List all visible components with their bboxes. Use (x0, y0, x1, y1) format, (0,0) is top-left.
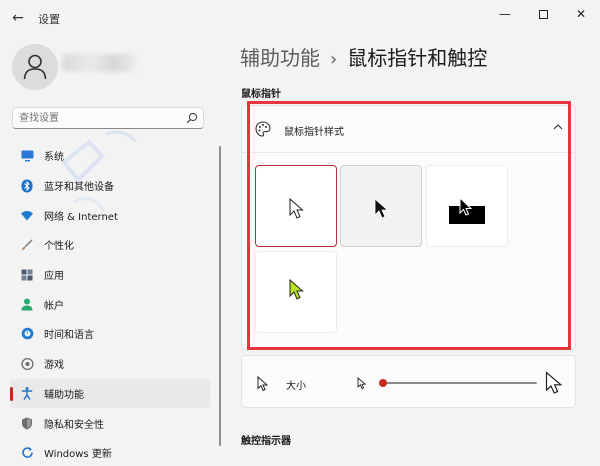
search-input[interactable] (19, 110, 179, 126)
avatar[interactable] (12, 44, 58, 90)
sidebar-item-gaming[interactable]: 游戏 (10, 349, 210, 379)
back-button[interactable]: ← (8, 8, 28, 28)
sidebar-item-label: 蓝牙和其他设备 (44, 182, 114, 194)
slider-thumb[interactable] (379, 379, 387, 387)
pointer-style-label: 鼠标指针样式 (284, 127, 344, 138)
pointer-style-black[interactable] (340, 165, 422, 247)
pointer-style-white[interactable] (255, 165, 337, 247)
title-bar: ← 设置 — ✕ (0, 0, 600, 34)
sidebar-item-label: 隐私和安全性 (44, 419, 104, 431)
breadcrumb-separator: › (330, 49, 338, 70)
large-cursor-icon (545, 371, 563, 394)
update-icon (20, 446, 34, 460)
custom-color-cursor-icon (289, 279, 304, 300)
sidebar-item-privacy[interactable]: 隐私和安全性 (10, 408, 210, 438)
maximize-button[interactable] (532, 5, 554, 23)
pointer-size-card: 大小 (241, 355, 576, 408)
cursor-size-icon (257, 376, 269, 392)
search-box[interactable] (12, 107, 204, 129)
breadcrumb: 辅助功能 › 鼠标指针和触控 (240, 42, 487, 71)
sidebar-item-label: 辅助功能 (44, 389, 84, 401)
person-icon (23, 54, 47, 80)
page-title: 鼠标指针和触控 (347, 46, 488, 70)
pointer-style-custom[interactable] (255, 251, 337, 333)
pointer-size-slider[interactable] (379, 378, 539, 388)
sidebar-item-bluetooth[interactable]: 蓝牙和其他设备 (10, 171, 210, 201)
section-title-mouse-pointer: 鼠标指针 (241, 89, 281, 100)
person-icon (20, 297, 34, 311)
sidebar-item-label: 游戏 (44, 360, 64, 372)
search-icon (186, 112, 198, 124)
pointer-size-label: 大小 (286, 381, 306, 392)
slider-track[interactable] (383, 382, 537, 384)
sidebar-item-accounts[interactable]: 帐户 (10, 289, 210, 319)
close-button[interactable]: ✕ (570, 5, 592, 23)
gamepad-icon (20, 357, 34, 371)
brush-icon (20, 238, 34, 252)
pointer-style-header[interactable]: 鼠标指针样式 (242, 106, 575, 153)
chevron-up-icon[interactable] (552, 122, 564, 132)
sidebar-item-apps[interactable]: 应用 (10, 260, 210, 290)
inverted-cursor-icon (449, 196, 485, 224)
wifi-icon (20, 208, 34, 222)
bluetooth-icon (20, 179, 34, 193)
blurred-user-name (62, 54, 136, 72)
white-cursor-icon (289, 198, 304, 219)
sidebar-item-personalization[interactable]: 个性化 (10, 230, 210, 260)
sidebar-item-label: 应用 (44, 271, 64, 283)
maximize-icon (538, 10, 548, 19)
palette-icon (255, 121, 271, 137)
sidebar-item-label: 网络 & Internet (44, 211, 118, 223)
sidebar-item-label: 时间和语言 (44, 330, 94, 342)
sidebar-item-label: 个性化 (44, 241, 74, 253)
sidebar-item-accessibility[interactable]: 辅助功能 (10, 378, 210, 409)
section-title-touch-indicator: 触控指示器 (241, 436, 291, 447)
sidebar-item-label: 帐户 (44, 300, 64, 312)
apps-icon (20, 268, 34, 282)
breadcrumb-parent[interactable]: 辅助功能 (240, 46, 320, 70)
black-cursor-icon (374, 198, 389, 219)
small-cursor-icon (357, 377, 367, 390)
window-title: 设置 (38, 13, 60, 26)
sidebar-nav: 系统 蓝牙和其他设备 网络 & Internet 个性化 应用 帐户 时间和语言… (10, 141, 210, 466)
globe-clock-icon (20, 327, 34, 341)
minimize-button[interactable]: — (494, 5, 516, 23)
pointer-style-inverted[interactable] (426, 165, 508, 247)
accessibility-icon (20, 386, 34, 400)
sidebar-item-label: 系统 (44, 152, 64, 164)
monitor-icon (20, 149, 34, 163)
sidebar-item-windows-update[interactable]: Windows 更新 (10, 438, 210, 466)
sidebar-scrollbar[interactable] (219, 146, 221, 446)
shield-icon (20, 416, 34, 430)
sidebar-item-time-language[interactable]: 时间和语言 (10, 319, 210, 349)
sidebar-item-system[interactable]: 系统 (10, 141, 210, 171)
sidebar-item-label: Windows 更新 (44, 449, 112, 461)
pointer-style-card: 鼠标指针样式 (241, 105, 576, 350)
sidebar-item-network[interactable]: 网络 & Internet (10, 200, 210, 230)
